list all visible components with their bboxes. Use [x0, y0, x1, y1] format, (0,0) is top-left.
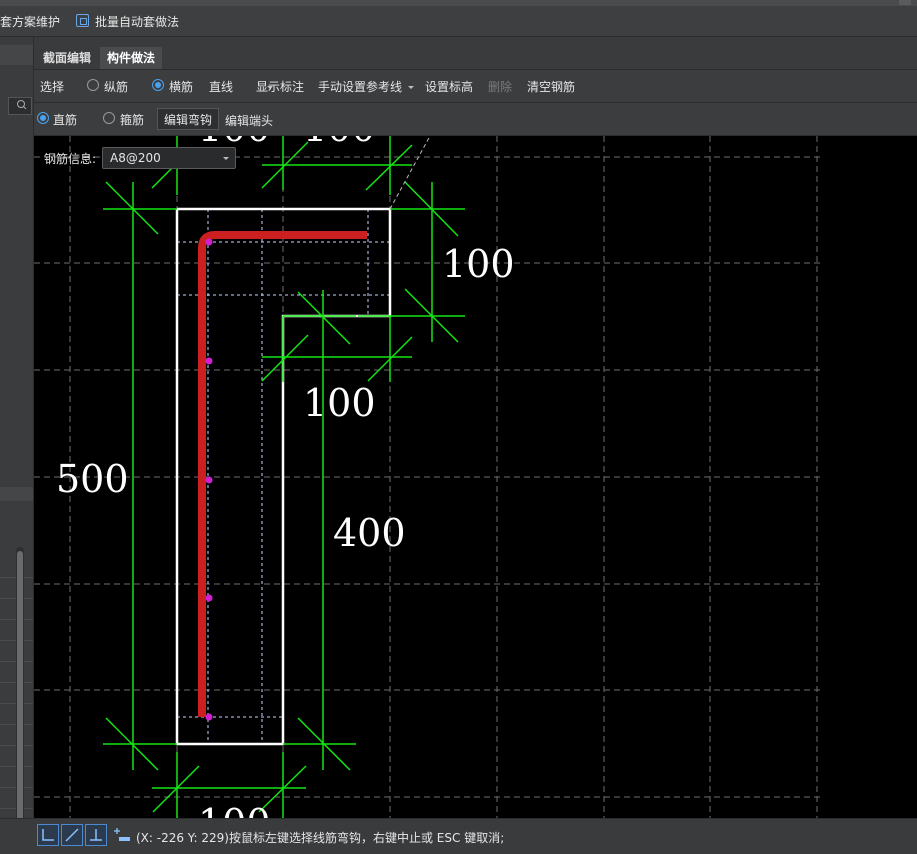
rebar-points: [205, 238, 213, 721]
grip-handle[interactable]: [899, 0, 911, 5]
chevron-down-icon: [408, 86, 414, 89]
straight-label[interactable]: 直筋: [53, 111, 77, 129]
rebar-info-label: 钢筋信息:: [44, 152, 97, 166]
status-bar: (X: -226 Y: 229)按鼠标左键选择线筋弯钩，右键中止或 ESC 键取…: [0, 818, 917, 854]
title-grip: [0, 0, 917, 6]
tab-bar: 截面编辑 构件做法: [34, 45, 917, 70]
manual-reference-line-dropdown[interactable]: 手动设置参考线: [318, 78, 402, 96]
left-panel-divider: [0, 487, 33, 501]
rebar-toolbar: 直筋 箍筋 编辑弯钩 编辑端头: [34, 103, 917, 136]
show-annotation-button[interactable]: 显示标注: [256, 78, 304, 96]
angle-snap-button[interactable]: [61, 824, 83, 846]
grid: [34, 136, 820, 818]
set-elevation-button[interactable]: 设置标高: [425, 78, 473, 96]
dim-top-right-label: 100: [303, 136, 376, 150]
rebar-line[interactable]: [198, 231, 367, 717]
edit-hook-button[interactable]: 编辑弯钩: [157, 108, 220, 130]
scheme-maintenance-button[interactable]: 套方案维护: [0, 13, 60, 31]
clear-rebar-button[interactable]: 清空钢筋: [527, 78, 575, 96]
stirrup-radio[interactable]: [103, 112, 115, 124]
transverse-radio[interactable]: [152, 79, 164, 91]
select-button[interactable]: 选择: [40, 78, 64, 96]
add-point-button[interactable]: [111, 824, 133, 846]
stirrup-label[interactable]: 箍筋: [120, 111, 144, 129]
transverse-label[interactable]: 横筋: [169, 78, 193, 96]
ortho-icon: [42, 829, 54, 841]
delete-button[interactable]: 删除: [488, 78, 512, 96]
section-drawing[interactable]: 100 100 100 100 500 400 100: [34, 136, 917, 818]
left-scrollbar[interactable]: [16, 547, 24, 847]
dim-right-label: 400: [333, 511, 406, 555]
add-point-icon: [114, 828, 130, 841]
rebar-info-value: A8@200: [110, 151, 161, 165]
dim-mid-label: 100: [303, 381, 376, 425]
search-icon: [17, 100, 27, 110]
edit-toolbar: 选择 纵筋 横筋 直线 显示标注 手动设置参考线 设置标高 删除 清空钢筋: [34, 70, 917, 103]
left-panel-header: [0, 45, 33, 65]
straight-radio[interactable]: [37, 112, 49, 124]
line-dropdown[interactable]: 直线: [209, 78, 233, 96]
tab-component-method[interactable]: 构件做法: [100, 47, 163, 69]
batch-auto-apply-button[interactable]: 批量自动套做法: [95, 13, 179, 31]
longitudinal-label[interactable]: 纵筋: [104, 78, 128, 96]
chevron-down-icon: [223, 157, 229, 160]
batch-icon: [76, 14, 89, 27]
status-text: (X: -226 Y: 229)按鼠标左键选择线筋弯钩，右键中止或 ESC 键取…: [136, 831, 505, 845]
scroll-thumb[interactable]: [17, 551, 23, 841]
top-toolbar: 套方案维护 批量自动套做法: [0, 0, 917, 37]
rebar-info-combo[interactable]: A8@200: [102, 147, 236, 169]
perpendicular-icon: [90, 829, 102, 841]
angle-icon: [65, 828, 79, 842]
dim-bottom-label: 100: [198, 801, 271, 818]
ortho-snap-button[interactable]: [37, 824, 59, 846]
left-panel: [0, 37, 34, 851]
dim-left-label: 500: [56, 457, 129, 501]
edit-end-button[interactable]: 编辑端头: [225, 112, 273, 130]
drawing-canvas[interactable]: 100 100 100 100 500 400 100 钢筋信息: A8@200: [34, 136, 917, 818]
longitudinal-radio[interactable]: [87, 79, 99, 91]
perpendicular-snap-button[interactable]: [85, 824, 107, 846]
dim-right-top-label: 100: [442, 242, 515, 286]
search-input[interactable]: [8, 97, 32, 115]
tab-section-edit[interactable]: 截面编辑: [36, 47, 98, 69]
